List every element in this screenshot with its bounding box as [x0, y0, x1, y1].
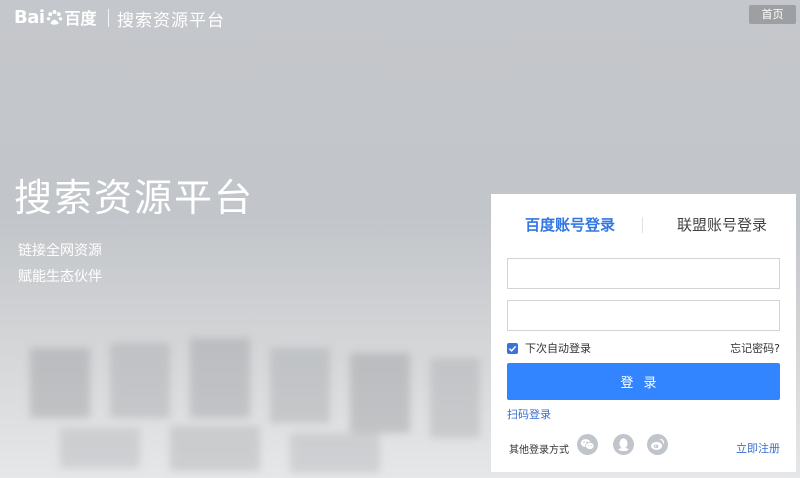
tab-baidu-account[interactable]: 百度账号登录 [525, 214, 615, 235]
password-input[interactable] [507, 300, 780, 331]
logo-cn-text: 百度 [64, 9, 97, 28]
qr-login-link[interactable]: 扫码登录 [507, 406, 551, 422]
remember-label: 下次自动登录 [525, 342, 591, 355]
remember-me[interactable]: 下次自动登录 [507, 340, 591, 356]
baidu-paw-icon [46, 9, 62, 25]
wechat-glyph [580, 439, 595, 450]
username-input[interactable] [507, 258, 780, 289]
logo-wordmark: Bai [14, 6, 45, 28]
forgot-password-link[interactable]: 忘记密码? [730, 340, 780, 356]
qq-glyph [618, 438, 629, 452]
qq-icon[interactable] [613, 434, 634, 455]
wechat-icon[interactable] [577, 434, 598, 455]
tab-union-account[interactable]: 联盟账号登录 [677, 214, 767, 235]
weibo-icon[interactable] [647, 434, 668, 455]
hero-title: 搜索资源平台 [14, 176, 255, 220]
checkmark-icon [508, 345, 517, 352]
tab-separator [642, 217, 643, 233]
hero-subtitle-2: 赋能生态伙伴 [18, 269, 102, 285]
remember-checkbox[interactable] [507, 342, 518, 354]
other-login-label: 其他登录方式 [509, 445, 569, 456]
login-panel: 百度账号登录 联盟账号登录 下次自动登录 忘记密码? 登录 扫码登录 其他登录方… [491, 194, 796, 472]
header-divider [108, 9, 109, 27]
baidu-logo[interactable]: Bai 百度 [14, 4, 97, 30]
register-link[interactable]: 立即注册 [736, 440, 780, 456]
weibo-glyph [651, 438, 665, 450]
home-button[interactable]: 首页 [749, 5, 796, 24]
platform-name: 搜索资源平台 [117, 11, 225, 31]
hero-subtitle-1: 链接全网资源 [18, 243, 102, 259]
login-button[interactable]: 登录 [507, 363, 780, 400]
